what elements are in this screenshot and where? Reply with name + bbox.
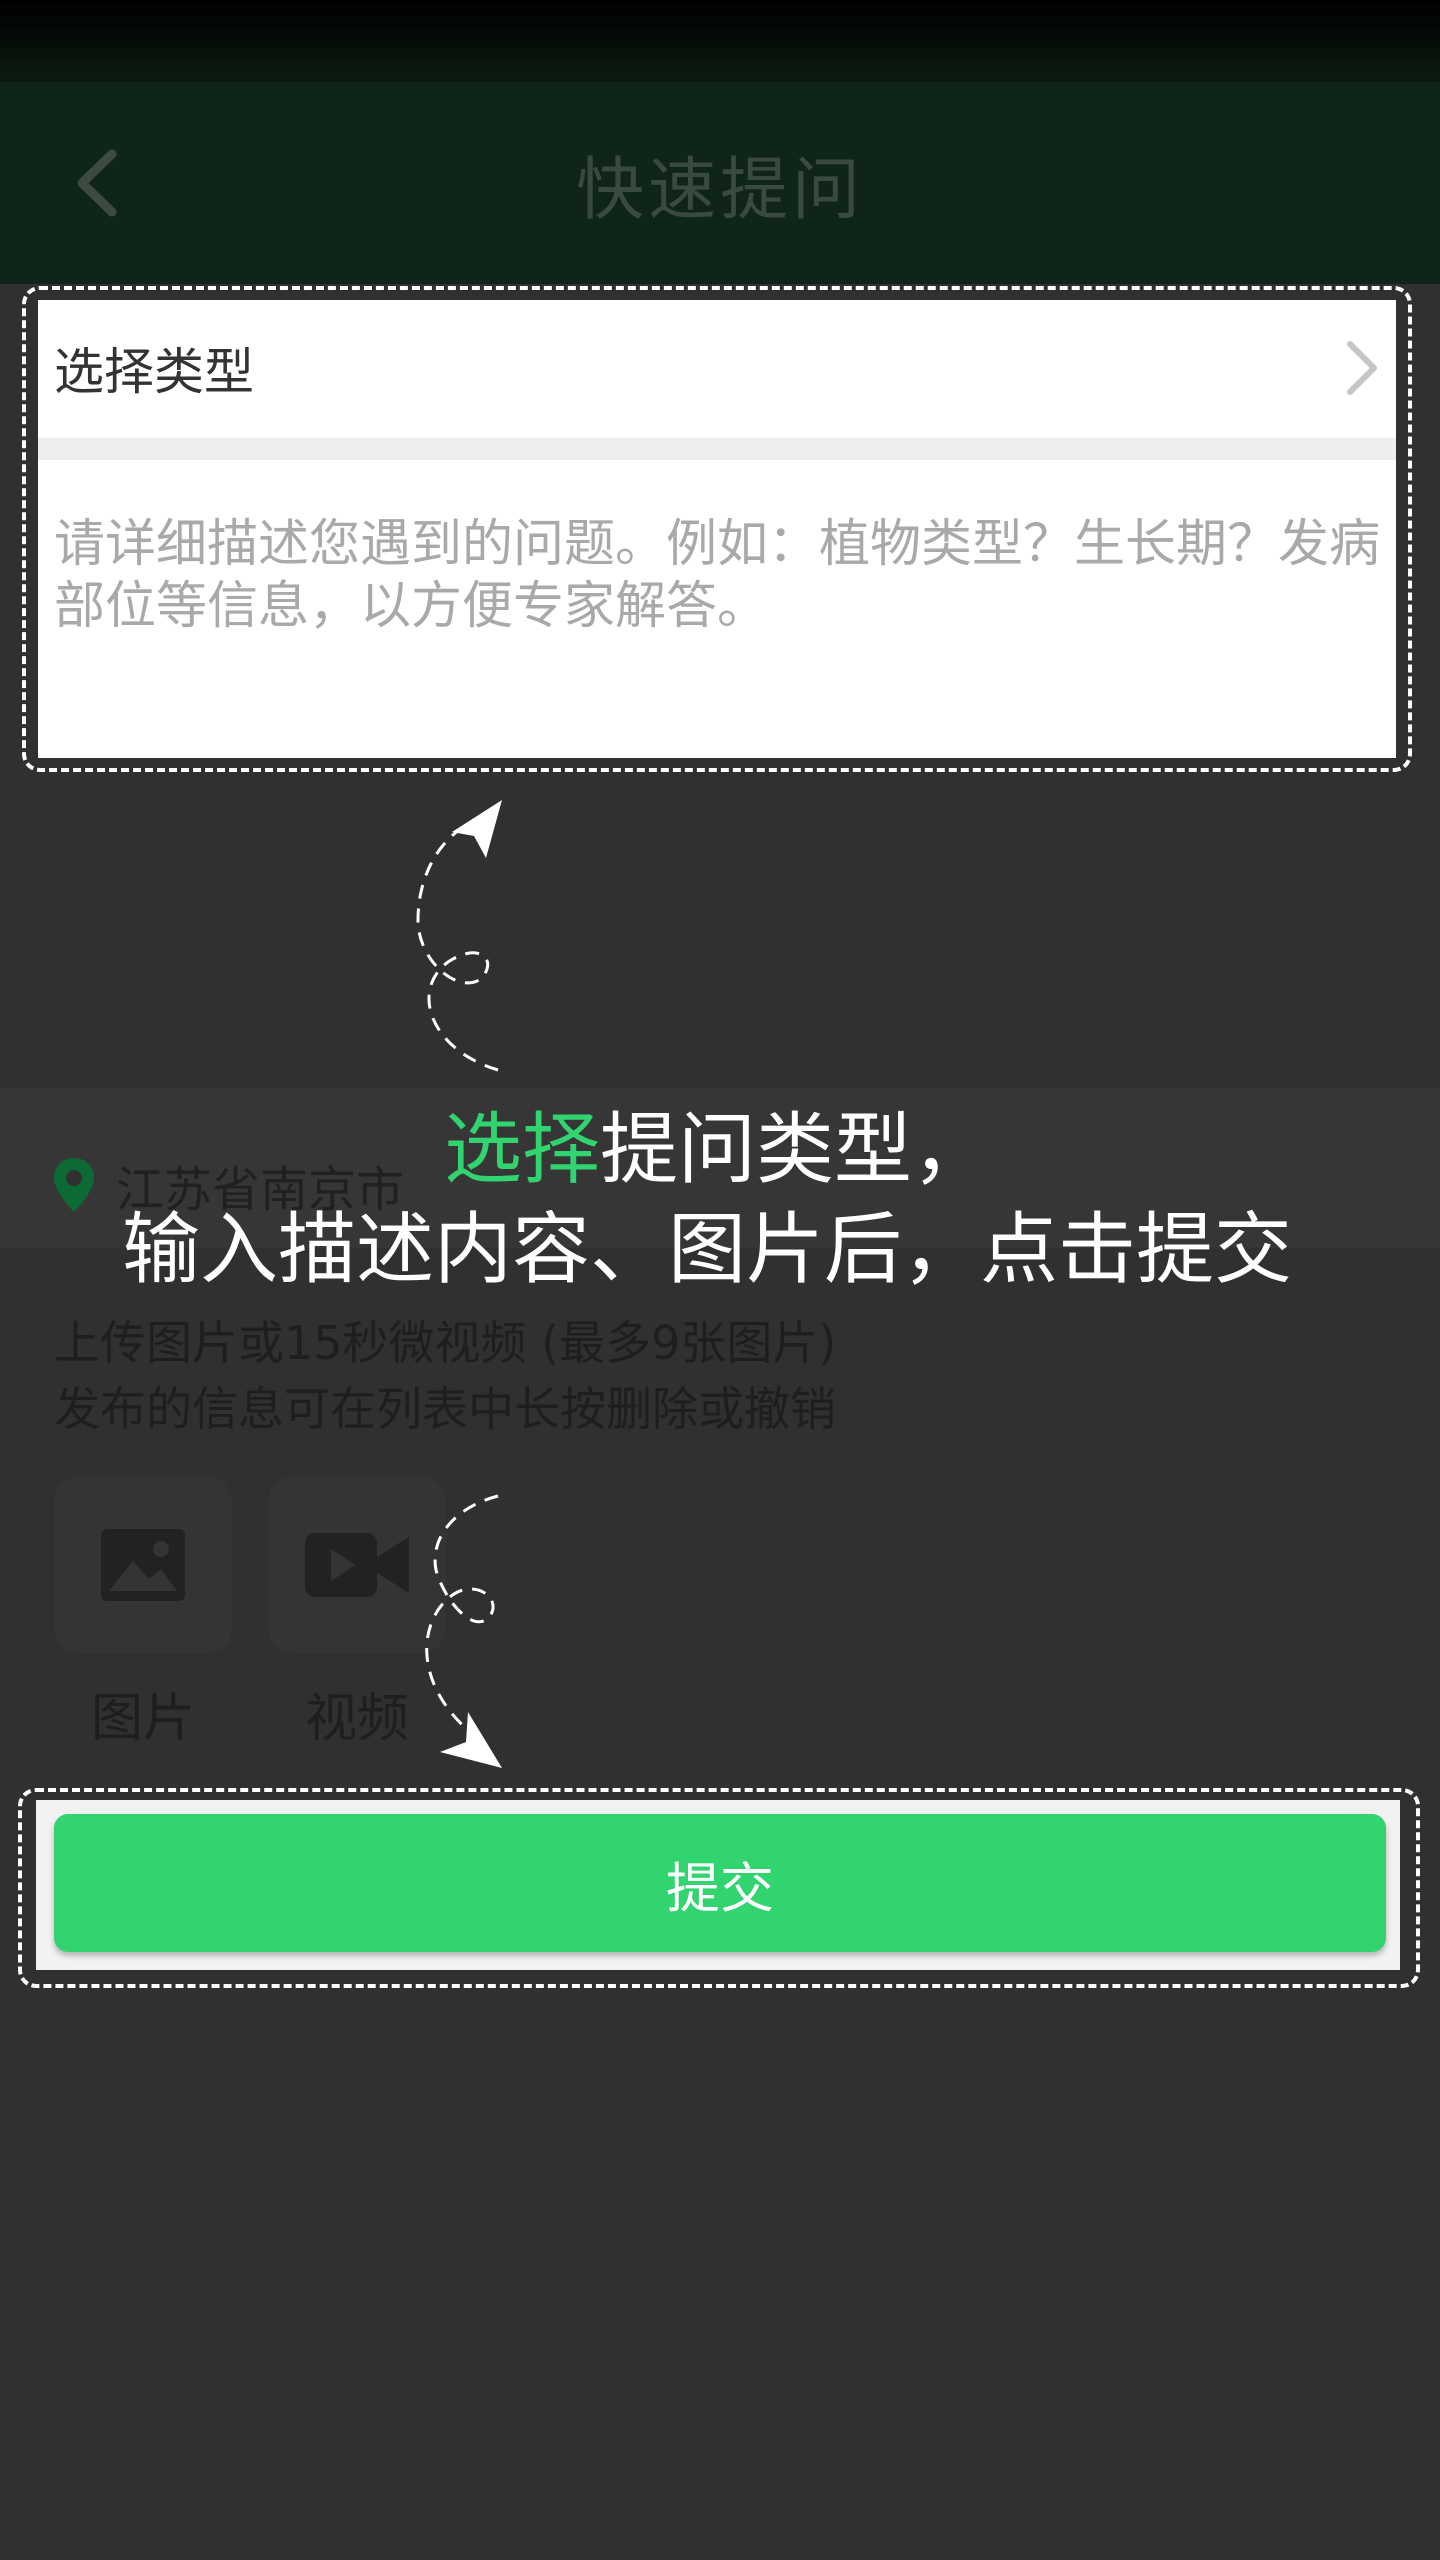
- arrow-up-icon: [416, 800, 502, 1072]
- arrow-down-icon: [425, 1494, 502, 1768]
- guide-arrows: [416, 800, 502, 1768]
